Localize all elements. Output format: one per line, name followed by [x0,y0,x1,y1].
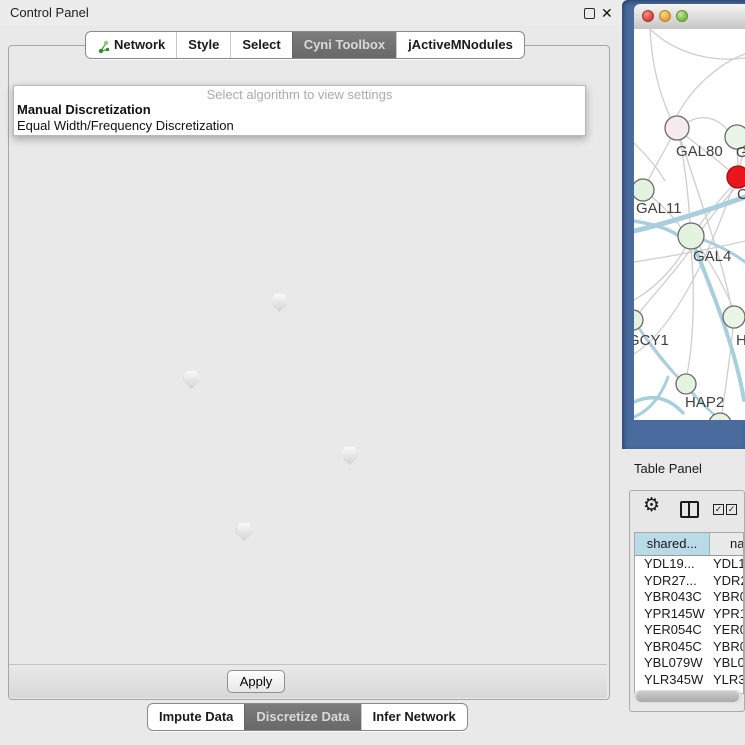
network-edge [650,29,745,59]
table-cell: YDR2 [709,573,743,590]
control-panel-titlebar: Control Panel ✕ [0,0,622,26]
table-hscrollbar-thumb[interactable] [636,691,739,702]
network-node-label: GAL4 [693,248,731,265]
network-icon [97,38,110,52]
table-cell: YBL0 [709,655,743,672]
tab-style[interactable]: Style [176,32,230,58]
network-edge [634,248,685,300]
zoom-traffic-light-icon[interactable] [676,10,688,22]
table-row[interactable]: YPR145WYPR1 [635,606,743,623]
table-hscrollbar-track[interactable] [634,690,742,703]
network-node-label: GAL80 [676,143,723,160]
column-header[interactable]: shared... [635,533,710,555]
network-canvas[interactable]: GAL80 GA C GAL11 GAL4 GCY1 H HAP2 [634,29,745,420]
apply-button[interactable]: Apply [227,670,285,693]
table-cell: YER0 [709,622,743,639]
network-node-gcy1[interactable] [634,310,643,330]
network-edge [677,54,745,116]
network-edge [634,398,683,413]
gear-icon[interactable]: ⚙ [643,494,660,517]
minimize-traffic-light-icon[interactable] [659,10,671,22]
network-edge [634,143,665,181]
table-row[interactable]: YDL19...YDL1 [635,556,743,573]
network-node-label: GA [736,144,745,161]
application-root: Control Panel ✕ NetworkStyleSelectCyni T… [0,0,745,745]
table-cell: YLR345W [635,672,709,689]
tab-select[interactable]: Select [230,32,291,58]
network-node-label: GCY1 [634,332,669,349]
table-cell: YPR145W [635,606,709,623]
table-panel-title: Table Panel [634,461,702,476]
close-icon[interactable]: ✕ [601,3,613,23]
float-panel-icon[interactable] [584,8,595,19]
close-traffic-light-icon[interactable] [642,10,654,22]
tab-discretize-data[interactable]: Discretize Data [244,704,360,730]
tab-cyni-toolbox[interactable]: Cyni Toolbox [292,32,396,58]
network-node-c[interactable] [727,166,745,188]
bottom-tab-bar: Impute DataDiscretize DataInfer Network [147,703,468,731]
columns-icon[interactable] [680,501,699,518]
table-row[interactable]: YBL079WYBL0 [635,655,743,672]
network-node-label: GAL11 [636,200,682,217]
tab-impute-data[interactable]: Impute Data [148,704,244,730]
table-row[interactable]: YDR27...YDR2 [635,573,743,590]
algorithm-dropdown: Select algorithm to view settings Manual… [13,85,586,136]
table-cell: YDL1 [709,556,743,573]
network-edge [648,138,671,181]
table-row[interactable]: YLR345WYLR3 [635,672,743,689]
network-node-hap2[interactable] [676,374,696,394]
table-cell: YBR0 [709,639,743,656]
checkbox-icon[interactable]: ✓ [713,504,724,515]
top-tab-bar: NetworkStyleSelectCyni ToolboxjActiveMNo… [85,31,525,59]
network-node-h[interactable] [723,306,745,328]
table-header-row: shared...na [635,533,743,556]
table-cell: YBR045C [635,639,709,656]
network-window-titlebar[interactable] [634,4,745,30]
network-node-gal4[interactable] [678,223,704,249]
dropdown-option-equal-width-frequency[interactable]: Equal Width/Frequency Discretization [14,118,585,134]
table-panel-header: Table Panel [622,452,745,486]
table-cell: YBR043C [635,589,709,606]
apply-bar: Apply [9,664,607,698]
table-cell: YDL19... [635,556,709,573]
network-node-label: C [737,186,745,203]
node-table: shared...naYDL19...YDL1YDR27...YDR2YBR04… [634,532,744,694]
table-cell: YDR27... [635,573,709,590]
control-panel-body [8,45,610,700]
table-cell: YPR1 [709,606,743,623]
network-edge [688,118,728,131]
table-cell: YBR0 [709,589,743,606]
network-edge [639,249,691,313]
table-cell: YLR3 [709,672,743,689]
network-node-label: H [736,332,745,349]
table-cell: YBL079W [635,655,709,672]
network-edge [687,249,693,374]
table-row[interactable]: YER054CYER0 [635,622,743,639]
table-row[interactable]: YBR043CYBR0 [635,589,743,606]
panel-title: Control Panel [10,0,89,26]
table-panel-body: ⚙ ✓ ✓ shared...naYDL19...YDL1YDR27...YDR… [629,490,745,712]
dropdown-option-manual-discretization[interactable]: Manual Discretization [14,102,585,118]
dropdown-hint: Select algorithm to view settings [14,86,585,102]
tab-jactivemnodules[interactable]: jActiveMNodules [396,32,524,58]
tab-network[interactable]: Network [86,32,176,58]
tab-infer-network[interactable]: Infer Network [361,704,467,730]
checkbox-icon[interactable]: ✓ [726,504,737,515]
column-header[interactable]: na [710,533,743,555]
table-row[interactable]: YBR045CYBR0 [635,639,743,656]
network-node-gal80[interactable] [665,116,689,140]
table-cell: YER054C [635,622,709,639]
network-node-gal11[interactable] [634,179,654,201]
network-node-label: HAP2 [685,394,724,411]
